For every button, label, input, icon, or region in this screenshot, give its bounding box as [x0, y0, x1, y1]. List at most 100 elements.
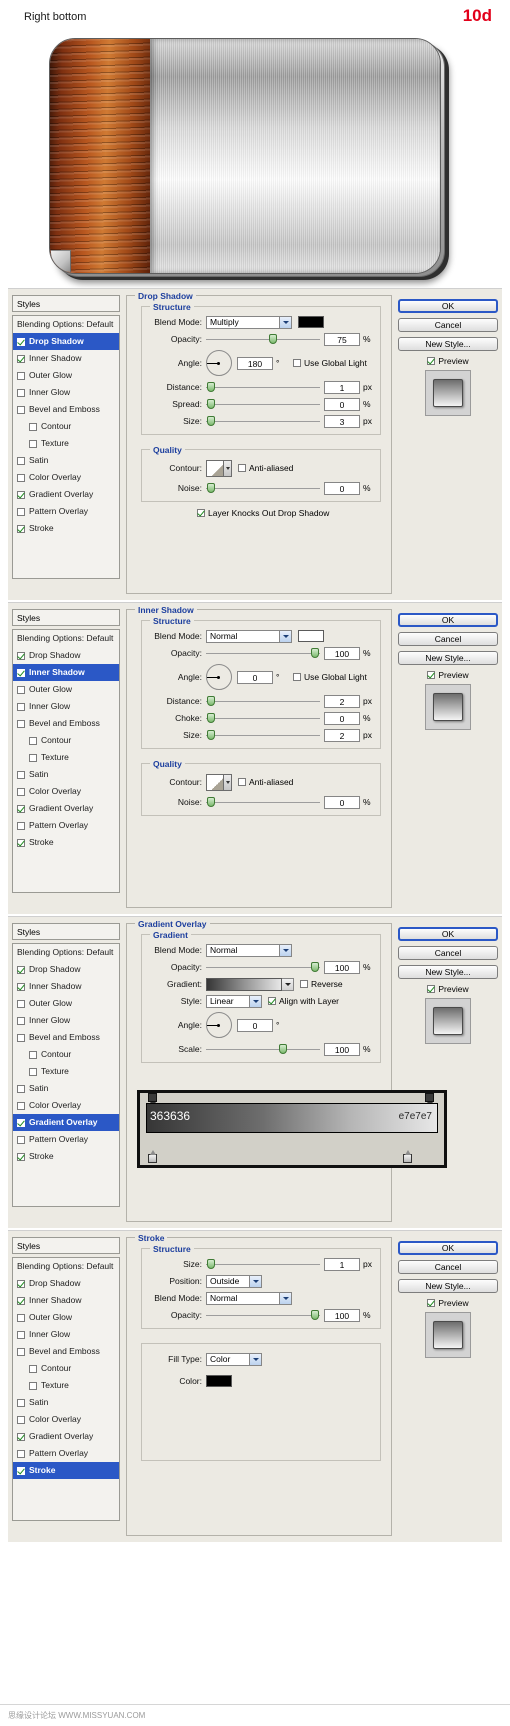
checkbox-icon[interactable] — [17, 685, 25, 694]
checkbox-icon[interactable] — [17, 473, 25, 482]
checkbox-icon[interactable] — [17, 405, 25, 414]
noise-input[interactable]: 0 — [324, 795, 360, 809]
size-slider[interactable] — [206, 1258, 320, 1270]
opacity-input[interactable]: 100 — [324, 1308, 360, 1322]
sidebar-item-stroke[interactable]: Stroke — [13, 1148, 119, 1165]
chevron-down-icon[interactable] — [249, 1275, 261, 1287]
angle-input[interactable]: 0 — [237, 670, 273, 684]
checkbox-icon[interactable] — [29, 422, 37, 431]
checkbox-icon[interactable] — [17, 1415, 25, 1424]
gradient-preview-bar[interactable] — [206, 977, 282, 991]
sidebar-item-contour[interactable]: Contour — [13, 418, 119, 435]
preview-checkbox[interactable]: Preview — [398, 356, 498, 366]
sidebar-item-satin[interactable]: Satin — [13, 1394, 119, 1411]
use-global-light-checkbox[interactable]: Use Global Light — [293, 672, 367, 682]
spread-slider[interactable] — [206, 398, 320, 410]
checkbox-icon[interactable] — [17, 354, 25, 363]
checkbox-icon[interactable] — [17, 651, 25, 660]
distance-slider[interactable] — [206, 381, 320, 393]
sidebar-item-color-overlay[interactable]: Color Overlay — [13, 469, 119, 486]
opacity-input[interactable]: 100 — [324, 960, 360, 974]
align-with-layer-checkbox[interactable]: Align with Layer — [268, 996, 339, 1006]
checkbox-icon[interactable] — [17, 1101, 25, 1110]
sidebar-item-inner-glow[interactable]: Inner Glow — [13, 1012, 119, 1029]
ok-button[interactable]: OK — [398, 613, 498, 627]
checkbox-icon[interactable] — [17, 1449, 25, 1458]
fill-type-select[interactable]: Color — [206, 1352, 262, 1366]
checkbox-icon[interactable] — [29, 753, 37, 762]
chevron-down-icon[interactable] — [279, 944, 291, 956]
sidebar-item-pattern-overlay[interactable]: Pattern Overlay — [13, 503, 119, 520]
blend-mode-select[interactable]: Normal — [206, 943, 292, 957]
checkbox-icon[interactable] — [17, 1466, 25, 1475]
checkbox-icon[interactable] — [427, 671, 436, 679]
sidebar-item-inner-glow[interactable]: Inner Glow — [13, 384, 119, 401]
sidebar-item-color-overlay[interactable]: Color Overlay — [13, 1097, 119, 1114]
contour-preset-select[interactable] — [206, 459, 232, 477]
checkbox-icon[interactable] — [17, 1432, 25, 1441]
checkbox-icon[interactable] — [17, 507, 25, 516]
checkbox-icon[interactable] — [29, 1381, 37, 1390]
blend-mode-select[interactable]: Normal — [206, 1291, 292, 1305]
opacity-slider[interactable] — [206, 647, 320, 659]
checkbox-icon[interactable] — [17, 524, 25, 533]
shadow-color-swatch[interactable] — [298, 316, 324, 328]
checkbox-icon[interactable] — [17, 965, 25, 974]
chevron-down-icon[interactable] — [249, 1353, 261, 1365]
checkbox-icon[interactable] — [17, 668, 25, 677]
blend-mode-select[interactable]: Multiply — [206, 315, 292, 329]
checkbox-icon[interactable] — [238, 778, 246, 786]
choke-input[interactable]: 0 — [324, 711, 360, 725]
sidebar-item-bevel-and-emboss[interactable]: Bevel and Emboss — [13, 715, 119, 732]
checkbox-icon[interactable] — [17, 1135, 25, 1144]
cancel-button[interactable]: Cancel — [398, 632, 498, 646]
checkbox-icon[interactable] — [17, 1296, 25, 1305]
gradient-stop-top-right[interactable] — [425, 1093, 434, 1106]
cancel-button[interactable]: Cancel — [398, 946, 498, 960]
choke-slider[interactable] — [206, 712, 320, 724]
blend-mode-select[interactable]: Normal — [206, 629, 292, 643]
checkbox-icon[interactable] — [29, 1364, 37, 1373]
chevron-down-icon[interactable] — [223, 774, 231, 790]
chevron-down-icon[interactable] — [223, 460, 231, 476]
sidebar-item-pattern-overlay[interactable]: Pattern Overlay — [13, 1131, 119, 1148]
gradient-editor-popup[interactable]: 363636 e7e7e7 — [137, 1090, 447, 1168]
angle-dial[interactable] — [206, 664, 232, 690]
styles-list[interactable]: Blending Options: Default Drop Shadow In… — [12, 1257, 120, 1521]
sidebar-item-bevel-and-emboss[interactable]: Bevel and Emboss — [13, 1029, 119, 1046]
styles-list[interactable]: Blending Options: Default Drop Shadow In… — [12, 943, 120, 1207]
sidebar-item-texture[interactable]: Texture — [13, 435, 119, 452]
sidebar-item-contour[interactable]: Contour — [13, 1046, 119, 1063]
sidebar-item-pattern-overlay[interactable]: Pattern Overlay — [13, 817, 119, 834]
checkbox-icon[interactable] — [17, 1313, 25, 1322]
blending-options-row[interactable]: Blending Options: Default — [13, 944, 119, 961]
sidebar-item-texture[interactable]: Texture — [13, 1377, 119, 1394]
chevron-down-icon[interactable] — [279, 1292, 291, 1304]
sidebar-item-texture[interactable]: Texture — [13, 1063, 119, 1080]
sidebar-item-outer-glow[interactable]: Outer Glow — [13, 995, 119, 1012]
sidebar-item-bevel-and-emboss[interactable]: Bevel and Emboss — [13, 1343, 119, 1360]
checkbox-icon[interactable] — [427, 1299, 436, 1307]
checkbox-icon[interactable] — [293, 673, 301, 681]
sidebar-item-inner-shadow[interactable]: Inner Shadow — [13, 350, 119, 367]
distance-input[interactable]: 1 — [324, 380, 360, 394]
checkbox-icon[interactable] — [427, 357, 436, 365]
opacity-slider[interactable] — [206, 961, 320, 973]
blending-options-row[interactable]: Blending Options: Default — [13, 1258, 119, 1275]
checkbox-icon[interactable] — [17, 456, 25, 465]
blending-options-row[interactable]: Blending Options: Default — [13, 316, 119, 333]
sidebar-item-inner-glow[interactable]: Inner Glow — [13, 1326, 119, 1343]
styles-list[interactable]: Blending Options: Default Drop Shadow In… — [12, 315, 120, 579]
checkbox-icon[interactable] — [427, 985, 436, 993]
sidebar-item-color-overlay[interactable]: Color Overlay — [13, 1411, 119, 1428]
styles-list[interactable]: Blending Options: Default Drop Shadow In… — [12, 629, 120, 893]
checkbox-icon[interactable] — [17, 1118, 25, 1127]
opacity-slider[interactable] — [206, 1309, 320, 1321]
checkbox-icon[interactable] — [17, 982, 25, 991]
sidebar-item-gradient-overlay[interactable]: Gradient Overlay — [13, 1428, 119, 1445]
preview-checkbox[interactable]: Preview — [398, 670, 498, 680]
cancel-button[interactable]: Cancel — [398, 318, 498, 332]
checkbox-icon[interactable] — [293, 359, 301, 367]
checkbox-icon[interactable] — [17, 388, 25, 397]
gradient-stop-bottom-right[interactable] — [403, 1150, 412, 1163]
